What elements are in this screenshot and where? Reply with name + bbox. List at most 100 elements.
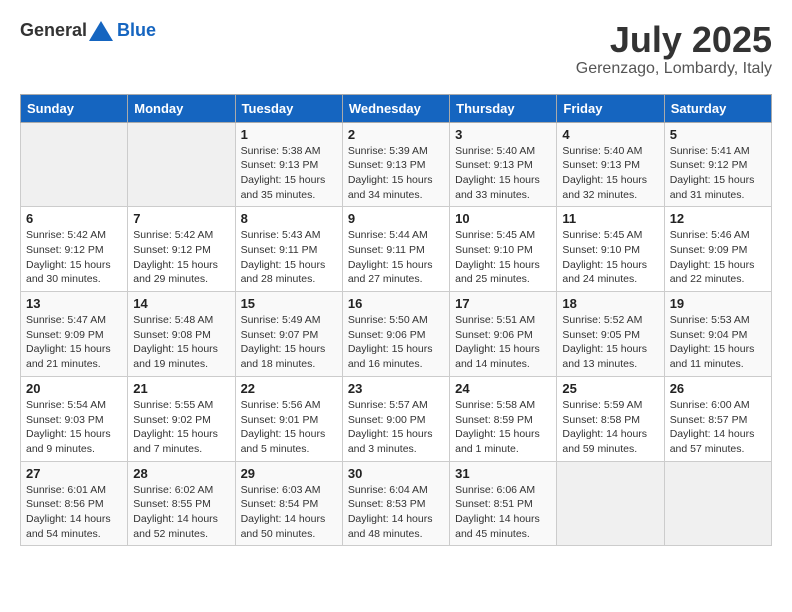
day-number: 31 <box>455 466 551 481</box>
weekday-friday: Friday <box>557 94 664 122</box>
day-info: Sunrise: 5:43 AM Sunset: 9:11 PM Dayligh… <box>241 228 337 287</box>
weekday-monday: Monday <box>128 94 235 122</box>
calendar-week-4: 20Sunrise: 5:54 AM Sunset: 9:03 PM Dayli… <box>21 376 772 461</box>
page-header: General Blue July 2025 Gerenzago, Lombar… <box>20 20 772 78</box>
day-info: Sunrise: 5:48 AM Sunset: 9:08 PM Dayligh… <box>133 313 229 372</box>
calendar-cell: 4 Sunrise: 5:40 AM Sunset: 9:13 PM Daylig… <box>557 122 664 207</box>
day-number: 23 <box>348 381 444 396</box>
day-info: Sunrise: 5:52 AM Sunset: 9:05 PM Dayligh… <box>562 313 658 372</box>
day-info: Sunrise: 5:53 AM Sunset: 9:04 PM Dayligh… <box>670 313 766 372</box>
calendar-cell: 29 Sunrise: 6:03 AM Sunset: 8:54 PM Dayli… <box>235 461 342 546</box>
day-number: 4 <box>562 127 658 142</box>
calendar-cell: 14 Sunrise: 5:48 AM Sunset: 9:08 PM Dayli… <box>128 292 235 377</box>
day-number: 24 <box>455 381 551 396</box>
calendar-table: SundayMondayTuesdayWednesdayThursdayFrid… <box>20 94 772 547</box>
day-info: Sunrise: 5:40 AM Sunset: 9:13 PM Dayligh… <box>455 144 551 203</box>
calendar-cell: 15Sunrise: 5:49 AM Sunset: 9:07 PM Dayli… <box>235 292 342 377</box>
day-number: 5 <box>670 127 766 142</box>
day-number: 19 <box>670 296 766 311</box>
day-number: 1 <box>241 127 337 142</box>
day-info: Sunrise: 6:06 AM Sunset: 8:51 PM Dayligh… <box>455 483 551 542</box>
day-info: Sunrise: 5:55 AM Sunset: 9:02 PM Dayligh… <box>133 398 229 457</box>
logo: General Blue <box>20 20 156 41</box>
calendar-cell: 30 Sunrise: 6:04 AM Sunset: 8:53 PM Dayli… <box>342 461 449 546</box>
day-info: Sunrise: 5:47 AM Sunset: 9:09 PM Dayligh… <box>26 313 122 372</box>
logo-icon <box>89 21 113 41</box>
day-number: 15 <box>241 296 337 311</box>
day-info: Sunrise: 5:46 AM Sunset: 9:09 PM Dayligh… <box>670 228 766 287</box>
calendar-cell: 3Sunrise: 5:40 AM Sunset: 9:13 PM Daylig… <box>450 122 557 207</box>
calendar-cell: 2Sunrise: 5:39 AM Sunset: 9:13 PM Daylig… <box>342 122 449 207</box>
day-number: 6 <box>26 211 122 226</box>
calendar-cell: 21 Sunrise: 5:55 AM Sunset: 9:02 PM Dayli… <box>128 376 235 461</box>
calendar-cell: 27Sunrise: 6:01 AM Sunset: 8:56 PM Dayli… <box>21 461 128 546</box>
logo-general-text: General <box>20 20 87 41</box>
calendar-cell: 16Sunrise: 5:50 AM Sunset: 9:06 PM Dayli… <box>342 292 449 377</box>
calendar-cell <box>664 461 771 546</box>
calendar-cell: 23 Sunrise: 5:57 AM Sunset: 9:00 PM Dayli… <box>342 376 449 461</box>
calendar-week-1: 1 Sunrise: 5:38 AM Sunset: 9:13 PM Daylig… <box>21 122 772 207</box>
weekday-saturday: Saturday <box>664 94 771 122</box>
calendar-cell <box>128 122 235 207</box>
weekday-sunday: Sunday <box>21 94 128 122</box>
day-info: Sunrise: 5:50 AM Sunset: 9:06 PM Dayligh… <box>348 313 444 372</box>
day-info: Sunrise: 5:38 AM Sunset: 9:13 PM Dayligh… <box>241 144 337 203</box>
day-info: Sunrise: 5:45 AM Sunset: 9:10 PM Dayligh… <box>562 228 658 287</box>
weekday-tuesday: Tuesday <box>235 94 342 122</box>
day-number: 2 <box>348 127 444 142</box>
day-number: 11 <box>562 211 658 226</box>
calendar-week-5: 27Sunrise: 6:01 AM Sunset: 8:56 PM Dayli… <box>21 461 772 546</box>
day-info: Sunrise: 5:42 AM Sunset: 9:12 PM Dayligh… <box>133 228 229 287</box>
day-info: Sunrise: 6:00 AM Sunset: 8:57 PM Dayligh… <box>670 398 766 457</box>
day-number: 20 <box>26 381 122 396</box>
calendar-cell <box>21 122 128 207</box>
weekday-wednesday: Wednesday <box>342 94 449 122</box>
calendar-body: 1 Sunrise: 5:38 AM Sunset: 9:13 PM Daylig… <box>21 122 772 546</box>
day-number: 14 <box>133 296 229 311</box>
day-info: Sunrise: 5:58 AM Sunset: 8:59 PM Dayligh… <box>455 398 551 457</box>
calendar-cell: 5 Sunrise: 5:41 AM Sunset: 9:12 PM Daylig… <box>664 122 771 207</box>
day-number: 17 <box>455 296 551 311</box>
day-info: Sunrise: 5:56 AM Sunset: 9:01 PM Dayligh… <box>241 398 337 457</box>
calendar-cell: 1 Sunrise: 5:38 AM Sunset: 9:13 PM Daylig… <box>235 122 342 207</box>
calendar-cell: 20Sunrise: 5:54 AM Sunset: 9:03 PM Dayli… <box>21 376 128 461</box>
calendar-week-2: 6 Sunrise: 5:42 AM Sunset: 9:12 PM Daylig… <box>21 207 772 292</box>
calendar-cell <box>557 461 664 546</box>
calendar-cell: 28 Sunrise: 6:02 AM Sunset: 8:55 PM Dayli… <box>128 461 235 546</box>
calendar-cell: 22 Sunrise: 5:56 AM Sunset: 9:01 PM Dayli… <box>235 376 342 461</box>
calendar-cell: 11 Sunrise: 5:45 AM Sunset: 9:10 PM Dayli… <box>557 207 664 292</box>
day-info: Sunrise: 5:57 AM Sunset: 9:00 PM Dayligh… <box>348 398 444 457</box>
day-number: 18 <box>562 296 658 311</box>
day-number: 28 <box>133 466 229 481</box>
day-number: 21 <box>133 381 229 396</box>
day-number: 10 <box>455 211 551 226</box>
calendar-cell: 8Sunrise: 5:43 AM Sunset: 9:11 PM Daylig… <box>235 207 342 292</box>
weekday-header-row: SundayMondayTuesdayWednesdayThursdayFrid… <box>21 94 772 122</box>
month-title: July 2025 <box>576 20 772 60</box>
day-info: Sunrise: 5:44 AM Sunset: 9:11 PM Dayligh… <box>348 228 444 287</box>
calendar-cell: 9Sunrise: 5:44 AM Sunset: 9:11 PM Daylig… <box>342 207 449 292</box>
calendar-cell: 31 Sunrise: 6:06 AM Sunset: 8:51 PM Dayli… <box>450 461 557 546</box>
day-number: 27 <box>26 466 122 481</box>
day-info: Sunrise: 6:03 AM Sunset: 8:54 PM Dayligh… <box>241 483 337 542</box>
logo-blue-text: Blue <box>117 20 156 41</box>
day-info: Sunrise: 6:02 AM Sunset: 8:55 PM Dayligh… <box>133 483 229 542</box>
day-number: 25 <box>562 381 658 396</box>
day-number: 12 <box>670 211 766 226</box>
weekday-thursday: Thursday <box>450 94 557 122</box>
day-info: Sunrise: 6:04 AM Sunset: 8:53 PM Dayligh… <box>348 483 444 542</box>
day-info: Sunrise: 5:42 AM Sunset: 9:12 PM Dayligh… <box>26 228 122 287</box>
day-info: Sunrise: 5:59 AM Sunset: 8:58 PM Dayligh… <box>562 398 658 457</box>
day-info: Sunrise: 5:51 AM Sunset: 9:06 PM Dayligh… <box>455 313 551 372</box>
day-number: 7 <box>133 211 229 226</box>
day-number: 30 <box>348 466 444 481</box>
calendar-cell: 24 Sunrise: 5:58 AM Sunset: 8:59 PM Dayli… <box>450 376 557 461</box>
calendar-cell: 17 Sunrise: 5:51 AM Sunset: 9:06 PM Dayli… <box>450 292 557 377</box>
day-number: 29 <box>241 466 337 481</box>
calendar-cell: 13Sunrise: 5:47 AM Sunset: 9:09 PM Dayli… <box>21 292 128 377</box>
calendar-week-3: 13Sunrise: 5:47 AM Sunset: 9:09 PM Dayli… <box>21 292 772 377</box>
location-title: Gerenzago, Lombardy, Italy <box>576 60 772 78</box>
day-info: Sunrise: 5:40 AM Sunset: 9:13 PM Dayligh… <box>562 144 658 203</box>
day-number: 22 <box>241 381 337 396</box>
day-info: Sunrise: 5:41 AM Sunset: 9:12 PM Dayligh… <box>670 144 766 203</box>
